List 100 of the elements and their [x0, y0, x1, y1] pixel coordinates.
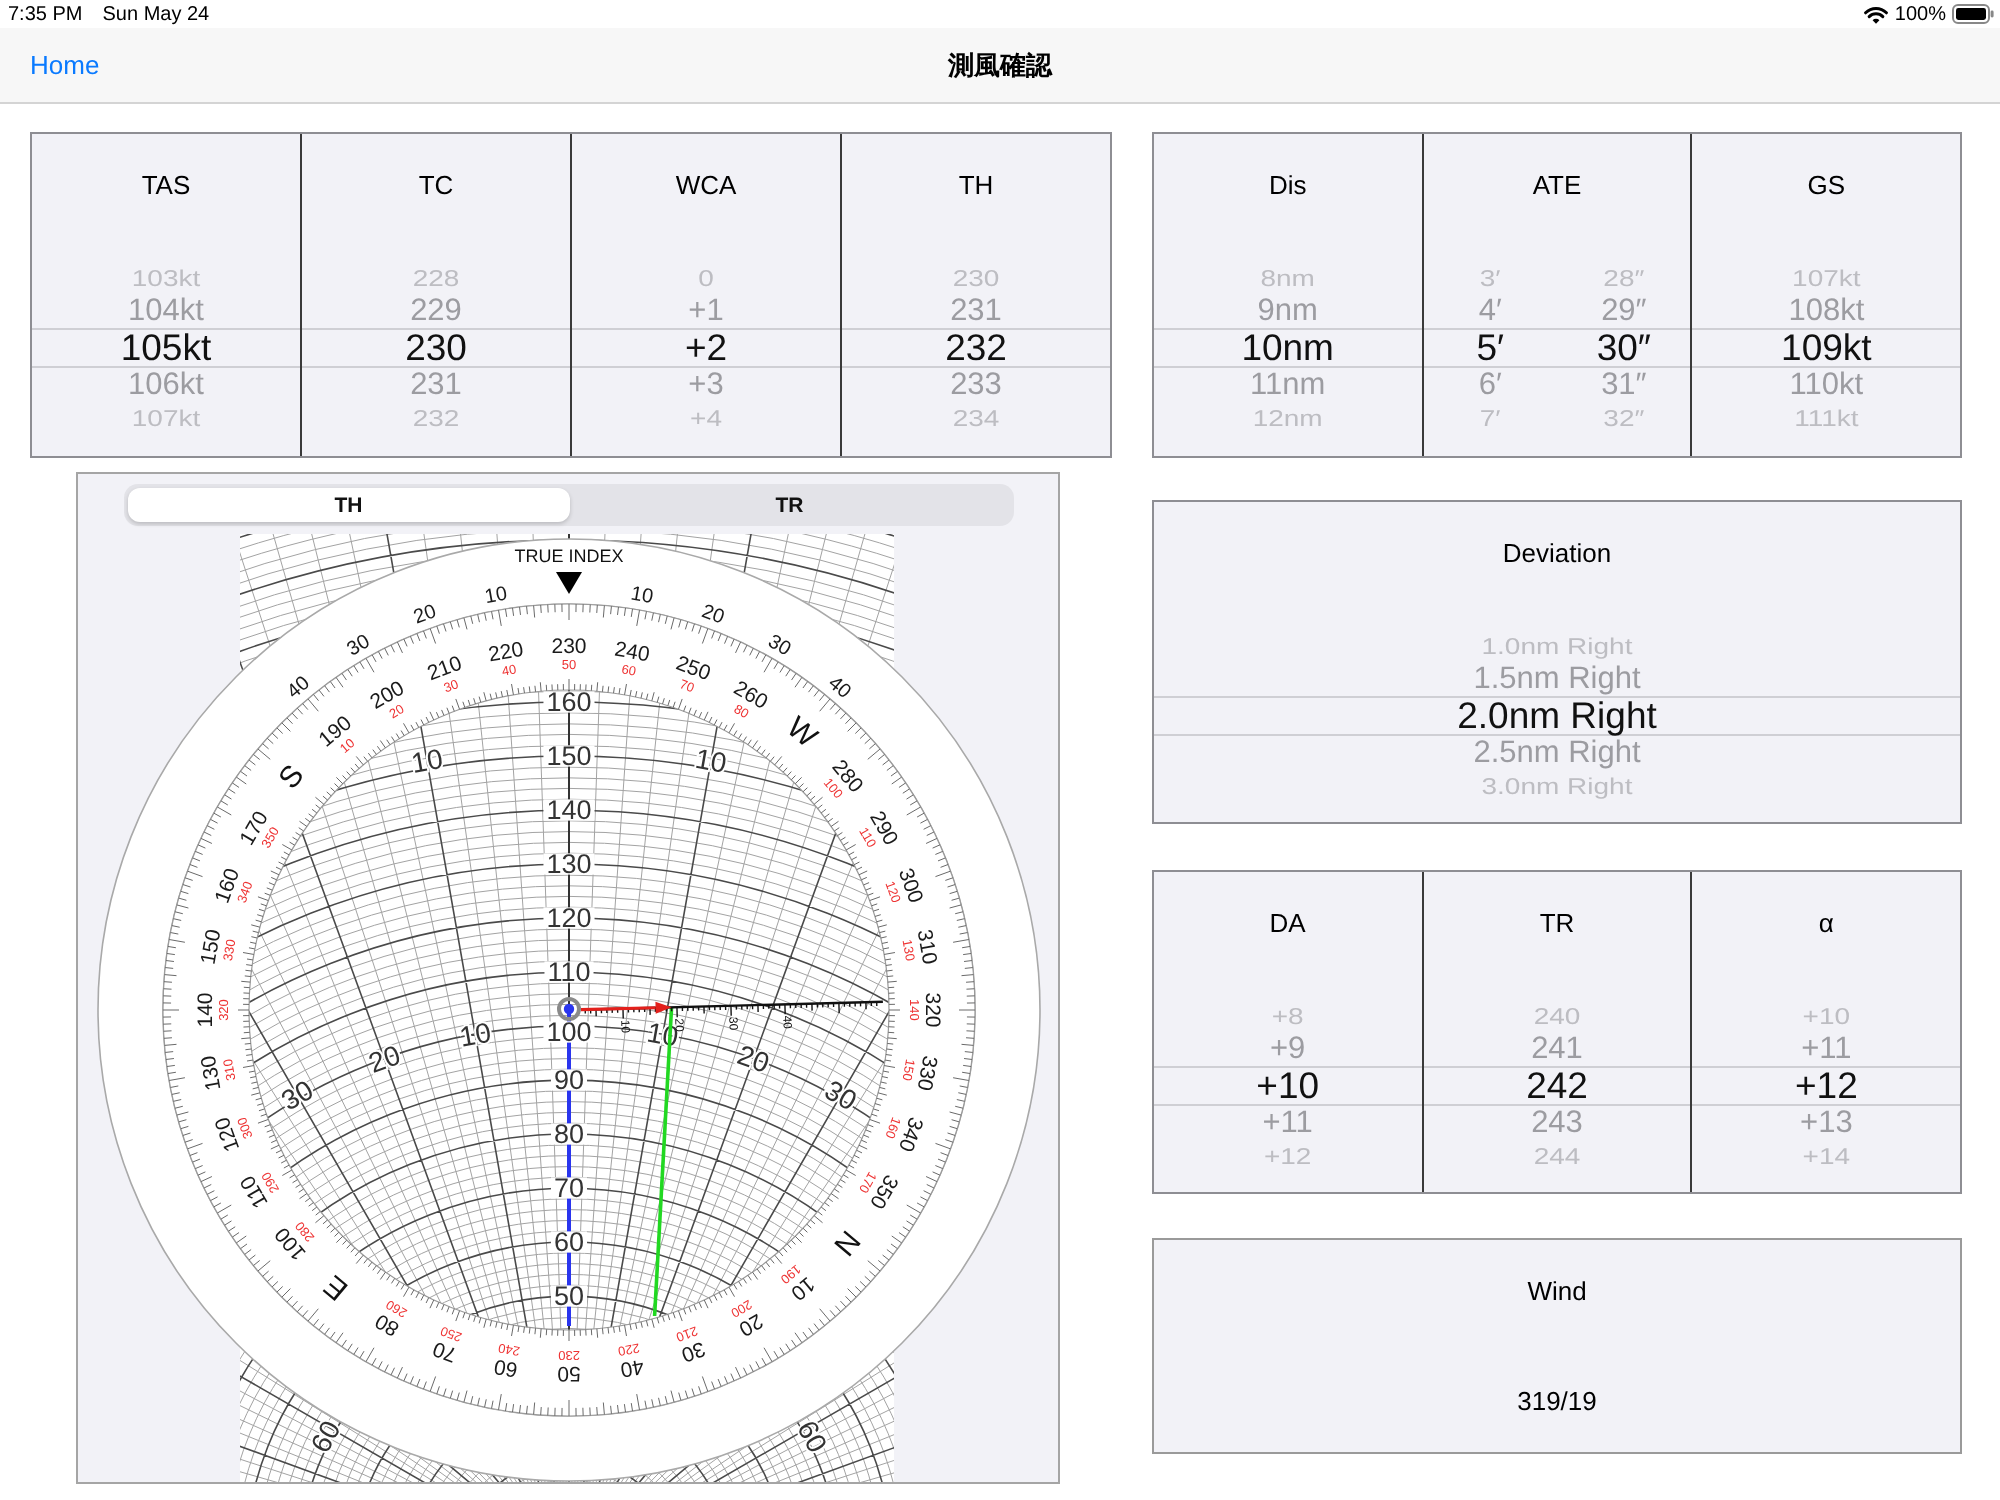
picker-option[interactable]: +9	[1154, 1032, 1422, 1066]
speed-scale-label: 60	[550, 1227, 587, 1257]
status-time: 7:35 PM	[8, 3, 83, 25]
column-header: TAS	[139, 168, 193, 204]
picker-option[interactable]: +13	[1692, 1106, 1961, 1140]
segment-tab[interactable]: TH	[128, 488, 569, 522]
wind-arrow	[580, 1001, 672, 1014]
cardinal-label: S	[272, 758, 312, 796]
picker-option[interactable]: 105kt	[32, 328, 300, 368]
degree-label: 240	[612, 637, 652, 668]
picker-option[interactable]: 2.5nm Right	[1154, 736, 1960, 770]
degree-label: 220	[486, 637, 526, 668]
picker-option[interactable]: 31″	[1557, 368, 1691, 402]
bezel-scale-label: 40	[283, 672, 315, 704]
drift-line-label: 20	[733, 1038, 774, 1079]
picker-option[interactable]: 241	[1423, 1032, 1691, 1066]
degree-label: 50	[557, 1361, 581, 1385]
picker-option[interactable]: 109kt	[1692, 328, 1961, 368]
picker-option[interactable]: 231	[842, 294, 1110, 328]
column-header: Deviation	[1500, 536, 1614, 572]
bezel-scale-label: 20	[411, 601, 440, 630]
bezel-scale-label: 10	[483, 583, 509, 610]
column-header: WCA	[673, 168, 739, 204]
picker-option[interactable]: +1	[572, 294, 840, 328]
speed-scale-label: 100	[543, 1017, 595, 1047]
speed-scale-label: 150	[543, 741, 595, 771]
picker-option[interactable]: 232	[842, 328, 1110, 368]
picker-option[interactable]: 2.0nm Right	[1154, 696, 1960, 736]
picker-option[interactable]: +11	[1692, 1032, 1961, 1066]
speed-scale-label: 160	[543, 687, 595, 717]
speed-scale-label: 130	[543, 849, 595, 879]
index-triangle-icon	[556, 572, 582, 594]
drift-line-label: 30	[275, 1073, 319, 1117]
picker-option[interactable]: 242	[1423, 1066, 1691, 1106]
cardinal-label: E	[317, 1267, 355, 1307]
picker-option[interactable]: 29″	[1557, 294, 1691, 328]
bezel-scale-label: 20	[698, 601, 727, 630]
picker-option[interactable]: 5′	[1423, 328, 1558, 368]
picker-option[interactable]: +2	[572, 328, 840, 368]
column-header: DA	[1267, 906, 1308, 942]
drift-line-label: 30	[819, 1073, 863, 1117]
drift-line-label: 60	[791, 1415, 835, 1458]
wifi-icon	[1864, 5, 1889, 23]
speed-scale-label: 120	[543, 903, 595, 933]
picker-option[interactable]: 104kt	[32, 294, 300, 328]
speed-scale-label: 80	[550, 1119, 587, 1149]
picker-option[interactable]: 4′	[1423, 294, 1558, 328]
picker-option[interactable]: 10nm	[1154, 328, 1422, 368]
column-header: GS	[1805, 168, 1848, 204]
drift-line-label: 10	[408, 741, 446, 779]
picker-option[interactable]: 243	[1423, 1106, 1691, 1140]
picker-option[interactable]: 106kt	[32, 368, 300, 402]
column-header: TR	[1537, 906, 1577, 942]
picker-option[interactable]: 233	[842, 368, 1110, 402]
speed-scale-label: 50	[550, 1281, 587, 1311]
bezel-scale-label: 10	[629, 583, 655, 610]
wind-value: 319/19	[1517, 1384, 1597, 1420]
picker-option[interactable]: +3	[572, 368, 840, 402]
drift-line-label: 10	[457, 1015, 494, 1053]
picker-option[interactable]: +11	[1154, 1106, 1422, 1140]
pivot-ring-icon	[557, 997, 581, 1021]
picker-option[interactable]: +12	[1692, 1066, 1961, 1106]
column-header: ATE	[1530, 168, 1584, 204]
column-header: TC	[416, 168, 456, 204]
picker-option[interactable]: 108kt	[1692, 294, 1961, 328]
picker-option[interactable]: 6′	[1423, 368, 1558, 402]
battery-icon	[1952, 4, 1994, 24]
speed-scale-label: 70	[550, 1173, 587, 1203]
status-date: Sun May 24	[102, 3, 210, 25]
battery-percentage: 100%	[1894, 3, 1946, 25]
speed-scale-label: 110	[544, 957, 594, 987]
segment-tab[interactable]: TR	[569, 488, 1010, 522]
drift-line-label: 10	[692, 741, 730, 779]
drift-line-label: 60	[303, 1415, 347, 1458]
picker-option[interactable]: 11nm	[1154, 368, 1422, 402]
cardinal-label: W	[779, 710, 824, 755]
degree-label: 140	[194, 992, 218, 1028]
column-header: Dis	[1266, 168, 1309, 204]
wind-label: Wind	[1527, 1274, 1587, 1310]
cardinal-label: N	[826, 1223, 867, 1262]
picker-option[interactable]: 30″	[1557, 328, 1691, 368]
screen-title: 測風確認	[948, 47, 1052, 83]
picker-option[interactable]: +10	[1154, 1066, 1422, 1106]
picker-option[interactable]: 110kt	[1692, 368, 1961, 402]
picker-option[interactable]: 9nm	[1154, 294, 1422, 328]
picker-option[interactable]: 231	[302, 368, 570, 402]
picker-option[interactable]: 229	[302, 294, 570, 328]
picker-option[interactable]: 230	[302, 328, 570, 368]
true-index-label: TRUE INDEX	[514, 546, 624, 566]
degree-label: 320	[920, 992, 944, 1028]
home-button[interactable]: Home	[30, 50, 100, 80]
speed-scale-label: 140	[543, 795, 595, 825]
speed-scale-label: 90	[550, 1065, 587, 1095]
column-header: TH	[956, 168, 996, 204]
picker-option[interactable]: 1.5nm Right	[1154, 662, 1960, 696]
bezel-scale-label: 40	[823, 672, 855, 704]
degree-label: 230	[551, 635, 587, 659]
bezel-scale-label: 30	[343, 631, 375, 662]
column-header: α	[1816, 906, 1836, 942]
degree-label: 60	[492, 1353, 520, 1382]
